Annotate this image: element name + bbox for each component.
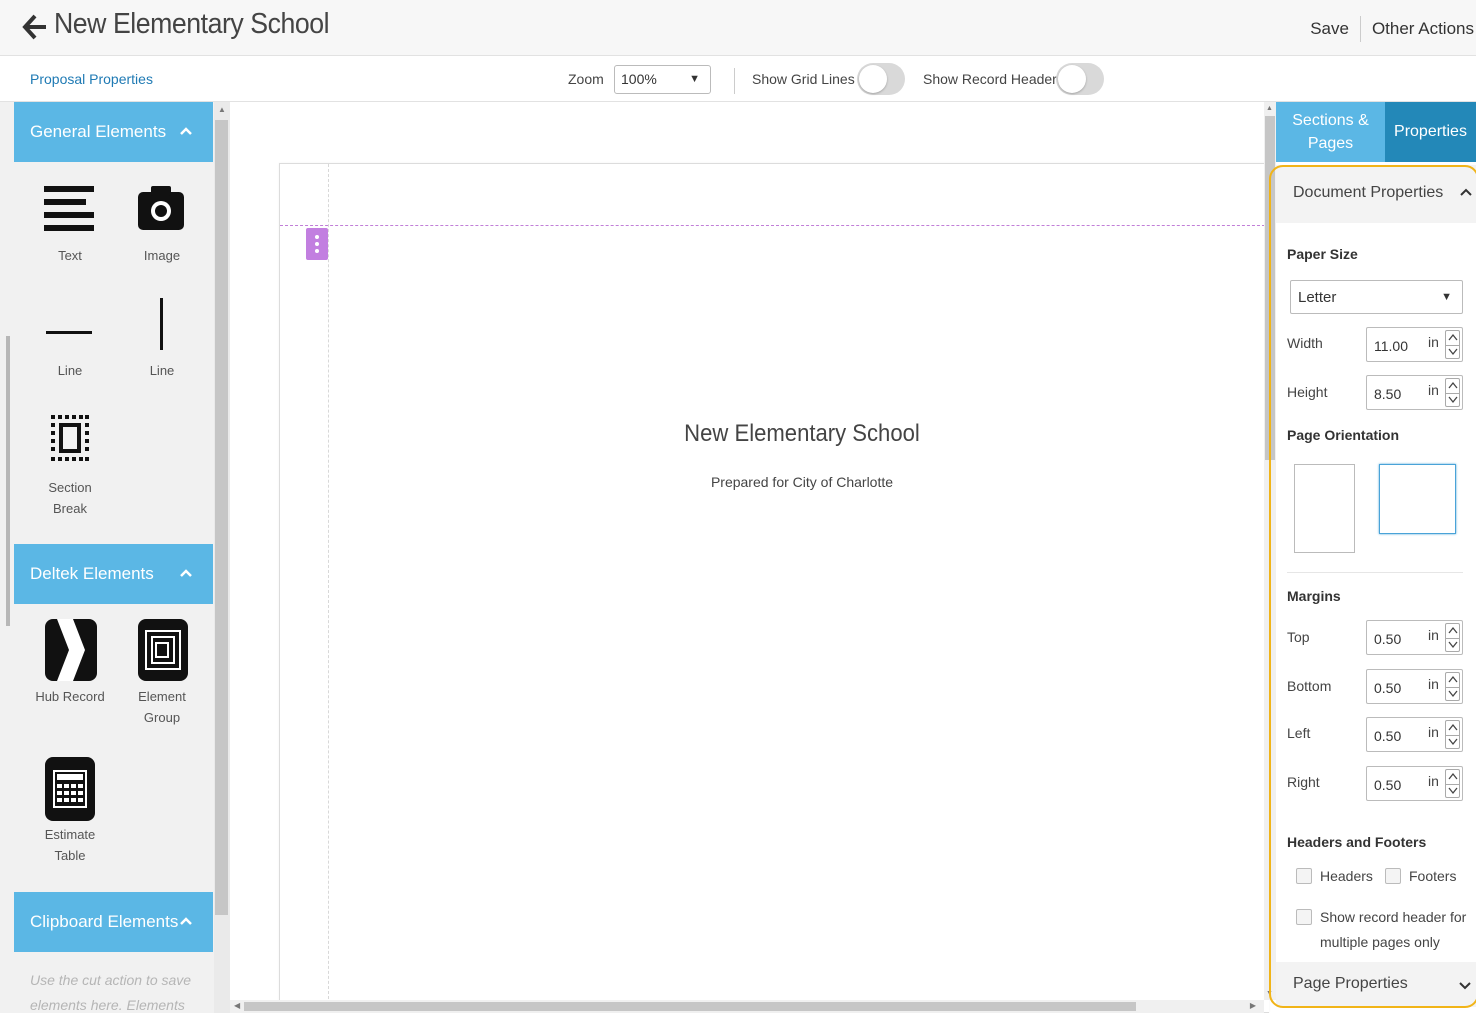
elements-list: General Elements Text Image Line Line Se… bbox=[14, 102, 213, 1013]
tab-sections-pages[interactable]: Sections & Pages bbox=[1276, 102, 1385, 162]
dot bbox=[315, 249, 319, 253]
section-break-label-line1: Section bbox=[48, 480, 92, 495]
clipboard-note: Use the cut action to save elements here… bbox=[30, 972, 192, 1013]
deltek-elements-header[interactable]: Deltek Elements bbox=[14, 544, 213, 604]
clipboard-elements-title: Clipboard Elements bbox=[30, 912, 179, 931]
horizontal-line-icon[interactable] bbox=[46, 322, 92, 340]
hub-record-label: Hub Record bbox=[35, 689, 105, 704]
element-group-label: Element Group bbox=[117, 686, 207, 728]
deltek-elements-title: Deltek Elements bbox=[30, 564, 154, 583]
tab-properties[interactable]: Properties bbox=[1385, 102, 1476, 162]
panel-edge bbox=[6, 336, 10, 626]
toggle-knob bbox=[1058, 65, 1086, 93]
clipboard-elements-header[interactable]: Clipboard Elements bbox=[14, 892, 213, 952]
text-element-label: Text bbox=[58, 248, 82, 263]
margin-guide bbox=[328, 164, 329, 1013]
caret-down-icon: ▼ bbox=[689, 73, 700, 85]
top-bar: New Elementary School Save Other Actions bbox=[0, 0, 1476, 56]
document-canvas: New Elementary School Prepared for City … bbox=[230, 102, 1270, 1013]
line-element-label: Line bbox=[57, 363, 83, 378]
document-properties-highlight bbox=[1269, 165, 1476, 1008]
section-break-label-line2: Break bbox=[53, 501, 87, 516]
estimate-table-label: Estimate Table bbox=[25, 824, 115, 866]
other-actions-button[interactable]: Other Actions bbox=[1372, 19, 1474, 39]
toolbar: Proposal Properties Zoom 100% ▼ Show Gri… bbox=[0, 56, 1476, 102]
back-arrow-icon[interactable] bbox=[22, 12, 48, 42]
estimate-table-label-line1: Estimate bbox=[44, 827, 96, 842]
show-grid-lines-toggle[interactable] bbox=[857, 63, 905, 95]
elements-panel: General Elements Text Image Line Line Se… bbox=[0, 102, 230, 1013]
zoom-value: 100% bbox=[621, 71, 657, 87]
elements-scrollbar[interactable]: ▲ bbox=[214, 102, 230, 1013]
show-grid-lines-label: Show Grid Lines bbox=[752, 71, 855, 87]
text-icon[interactable] bbox=[44, 186, 96, 239]
section-break-icon[interactable] bbox=[51, 415, 89, 470]
document-subheading[interactable]: Prepared for City of Charlotte bbox=[230, 474, 1374, 490]
hub-record-icon[interactable] bbox=[45, 619, 97, 686]
section-guide bbox=[280, 225, 1270, 226]
general-elements-header[interactable]: General Elements bbox=[14, 102, 213, 162]
top-actions: Save Other Actions bbox=[1310, 16, 1474, 42]
show-record-header-label: Show Record Header bbox=[923, 71, 1057, 87]
zoom-label: Zoom bbox=[568, 71, 604, 87]
tab-sections-label: Sections & Pages bbox=[1292, 112, 1369, 152]
canvas-horizontal-scrollbar[interactable]: ◀ ▶ bbox=[230, 1000, 1264, 1013]
element-group-label-line1: Element bbox=[138, 689, 186, 704]
general-elements-title: General Elements bbox=[30, 122, 167, 141]
chevron-up-icon bbox=[180, 569, 192, 577]
scroll-right-icon[interactable]: ▶ bbox=[1250, 1001, 1256, 1010]
scroll-thumb[interactable] bbox=[244, 1002, 1136, 1011]
action-separator bbox=[1359, 16, 1361, 42]
properties-panel: Sections & Pages Properties Document Pro… bbox=[1269, 102, 1476, 1013]
scroll-up-icon[interactable]: ▲ bbox=[218, 105, 226, 114]
scroll-up-icon[interactable]: ▲ bbox=[1266, 105, 1273, 112]
dot bbox=[315, 235, 319, 239]
chevron-up-icon bbox=[180, 917, 192, 925]
show-record-header-toggle[interactable] bbox=[1056, 63, 1104, 95]
scroll-thumb[interactable] bbox=[215, 120, 228, 915]
zoom-select[interactable]: 100% ▼ bbox=[614, 65, 711, 94]
scroll-left-icon[interactable]: ◀ bbox=[234, 1001, 240, 1010]
image-element-label: Image bbox=[143, 248, 181, 263]
toggle-knob bbox=[859, 65, 887, 93]
chevron-up-icon bbox=[180, 127, 192, 135]
estimate-table-icon[interactable] bbox=[45, 757, 95, 826]
save-button[interactable]: Save bbox=[1310, 19, 1349, 39]
section-menu-handle[interactable] bbox=[306, 228, 328, 260]
document-page[interactable] bbox=[279, 163, 1270, 1013]
proposal-properties-link[interactable]: Proposal Properties bbox=[30, 71, 153, 87]
document-heading[interactable]: New Elementary School bbox=[276, 420, 1328, 448]
vertical-line-icon[interactable] bbox=[160, 298, 164, 355]
section-break-label: Section Break bbox=[25, 477, 115, 519]
element-group-label-line2: Group bbox=[143, 710, 181, 725]
dot bbox=[315, 242, 319, 246]
line-element-label: Line bbox=[149, 363, 175, 378]
estimate-table-label-line2: Table bbox=[54, 848, 86, 863]
camera-icon[interactable] bbox=[138, 184, 186, 237]
document-title: New Elementary School bbox=[54, 8, 330, 40]
element-group-icon[interactable] bbox=[138, 619, 188, 686]
toolbar-separator bbox=[734, 68, 735, 94]
